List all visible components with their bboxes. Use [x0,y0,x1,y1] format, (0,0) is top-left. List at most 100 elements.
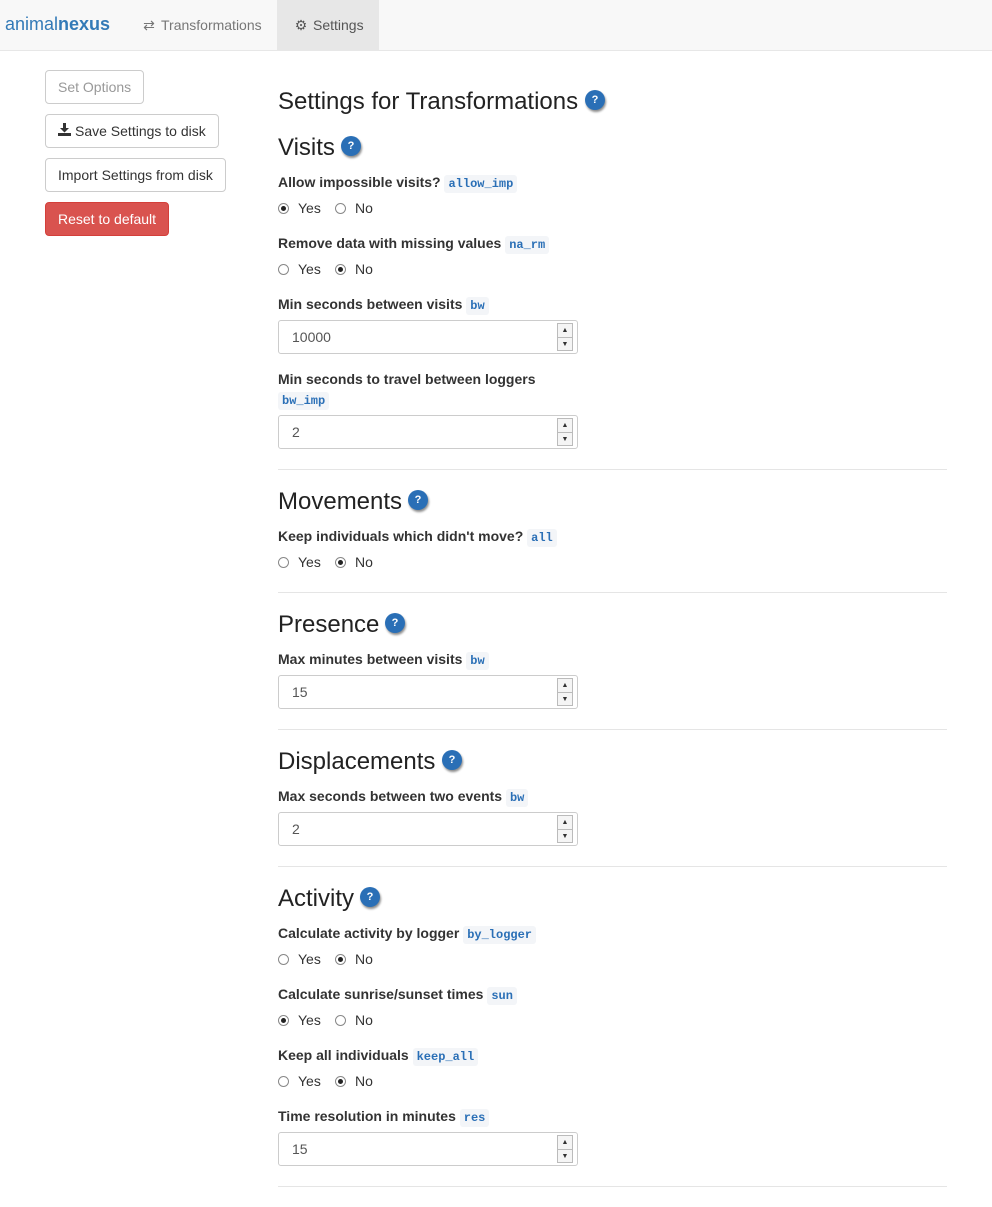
numeric-input-visits-bw[interactable]: 10000 ▲ ▼ [278,320,578,354]
radio-group-sun: Yes No [278,1012,478,1030]
radio-label: No [355,1073,373,1089]
label-text: Calculate activity by logger [278,925,460,941]
spin-down-icon[interactable]: ▼ [558,1150,572,1163]
section-divider [278,469,947,470]
code-tag: bw [466,297,489,315]
label-text: Min seconds between visits [278,296,463,312]
import-settings-button[interactable]: Import Settings from disk [45,158,226,192]
radio-label: No [355,200,373,216]
input-value: 2 [292,424,300,440]
radio-label: No [355,951,373,967]
radio-label: No [355,1012,373,1028]
field-label-visits-bw: Min seconds between visits bw [278,296,489,315]
radio-group-keep-all: Yes No [278,1073,478,1091]
label-text: Keep all individuals [278,1047,409,1063]
number-spinner[interactable]: ▲ ▼ [557,323,573,351]
reset-default-label: Reset to default [58,211,157,227]
section-divider [278,592,947,593]
spin-up-icon[interactable]: ▲ [558,816,572,829]
radio-label: Yes [298,1073,321,1089]
radio-button[interactable] [278,1015,289,1026]
save-settings-label: Save Settings to disk [75,123,206,139]
brand-light: animal [5,14,59,34]
spin-up-icon[interactable]: ▲ [558,419,572,432]
radio-button[interactable] [335,1015,346,1026]
page-title-text: Settings for Transformations [278,88,579,115]
code-tag: bw_imp [278,392,330,410]
label-text: Calculate sunrise/sunset times [278,986,484,1002]
help-icon[interactable]: ? [408,490,428,510]
number-spinner[interactable]: ▲ ▼ [557,678,573,706]
set-options-button[interactable]: Set Options [45,70,144,104]
import-settings-label: Import Settings from disk [58,167,213,183]
help-icon[interactable]: ? [341,136,361,156]
help-icon[interactable]: ? [442,750,462,770]
radio-button[interactable] [335,954,346,965]
spin-down-icon[interactable]: ▼ [558,338,572,351]
section-heading-visits: Visits [278,134,335,161]
radio-group-allow-imp: Yes No [278,200,478,218]
label-text: Keep individuals which didn't move? [278,528,524,544]
spin-up-icon[interactable]: ▲ [558,1136,572,1149]
tab-settings[interactable]: ⚙ Settings [277,0,379,50]
help-icon[interactable]: ? [385,613,405,633]
spin-down-icon[interactable]: ▼ [558,693,572,706]
input-value: 15 [292,684,308,700]
radio-label: No [355,554,373,570]
radio-label: Yes [298,1012,321,1028]
label-text: Max minutes between visits [278,651,463,667]
save-settings-button[interactable]: Save Settings to disk [45,114,219,148]
number-spinner[interactable]: ▲ ▼ [557,815,573,843]
label-text: Remove data with missing values [278,235,502,251]
radio-button[interactable] [335,1076,346,1087]
radio-label: Yes [298,951,321,967]
code-tag: bw [505,789,529,807]
radio-group-by-logger: Yes No [278,951,478,969]
radio-button[interactable] [278,557,289,568]
label-text: Min seconds to travel between loggers [278,371,536,387]
radio-group-na-rm: Yes No [278,261,478,279]
reset-default-button[interactable]: Reset to default [45,202,169,236]
section-heading-activity: Activity [278,885,355,912]
section-divider [278,729,947,730]
numeric-input-res[interactable]: 15 ▲ ▼ [278,1132,578,1166]
gear-icon: ⚙ [294,17,308,33]
field-code-bw-imp: bw_imp [278,391,330,410]
tab-settings-label: Settings [313,17,364,33]
radio-button[interactable] [278,264,289,275]
radio-button[interactable] [278,203,289,214]
tab-transformations[interactable]: ⇄ Transformations [125,0,278,50]
numeric-input-displacements-bw[interactable]: 2 ▲ ▼ [278,812,578,846]
field-label-allow-imp: Allow impossible visits? allow_imp [278,174,518,193]
field-label-presence-bw: Max minutes between visits bw [278,651,489,670]
brand-logo[interactable]: animalnexus [5,14,110,35]
spin-up-icon[interactable]: ▲ [558,679,572,692]
code-tag: na_rm [505,236,550,254]
tab-transformations-label: Transformations [161,17,262,33]
field-label-bw-imp: Min seconds to travel between loggers [278,371,536,387]
input-value: 10000 [292,329,331,345]
radio-button[interactable] [278,1076,289,1087]
radio-button[interactable] [335,557,346,568]
help-icon[interactable]: ? [360,887,380,907]
number-spinner[interactable]: ▲ ▼ [557,1135,573,1163]
field-label-all: Keep individuals which didn't move? all [278,528,557,547]
input-value: 2 [292,821,300,837]
spin-up-icon[interactable]: ▲ [558,324,572,337]
download-icon [58,115,71,147]
radio-group-all: Yes No [278,554,478,572]
spin-down-icon[interactable]: ▼ [558,830,572,843]
number-spinner[interactable]: ▲ ▼ [557,418,573,446]
radio-button[interactable] [335,264,346,275]
brand-bold: nexus [58,14,111,34]
section-heading-displacements: Displacements [278,748,436,775]
code-tag: bw [466,652,489,670]
code-tag: by_logger [463,926,536,944]
spin-down-icon[interactable]: ▼ [558,433,572,446]
radio-button[interactable] [335,203,346,214]
help-icon[interactable]: ? [585,90,605,110]
radio-button[interactable] [278,954,289,965]
numeric-input-presence-bw[interactable]: 15 ▲ ▼ [278,675,578,709]
code-tag: sun [487,987,517,1005]
numeric-input-bw-imp[interactable]: 2 ▲ ▼ [278,415,578,449]
